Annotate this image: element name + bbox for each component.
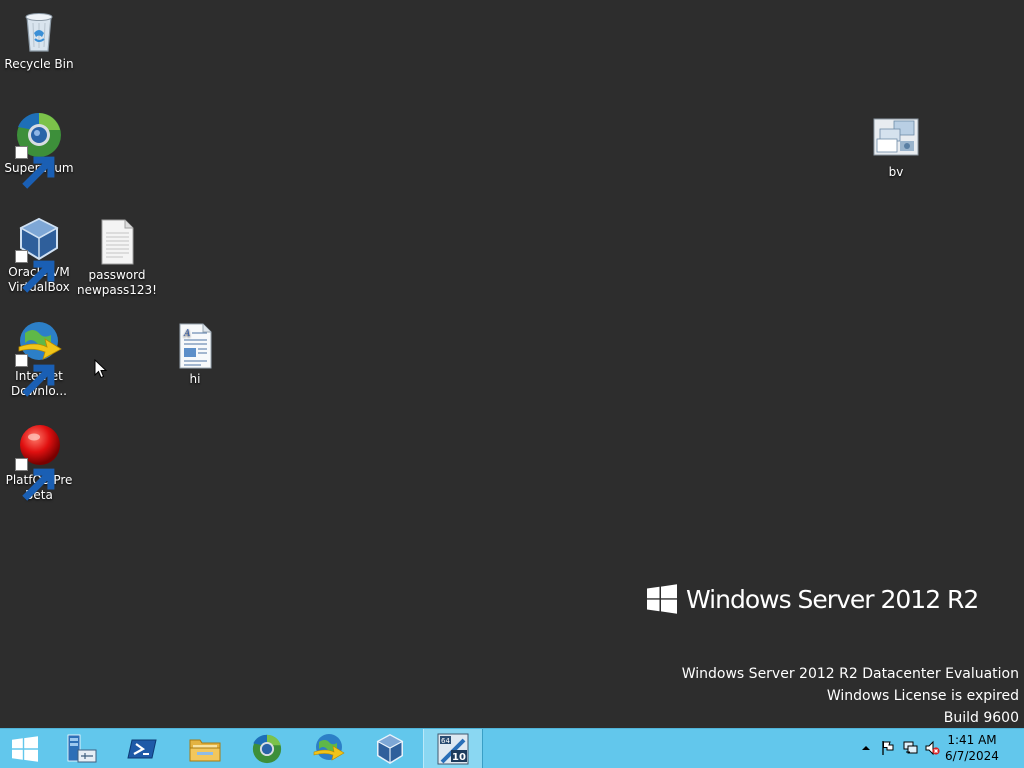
clock[interactable]: 1:41 AM 6/7/2024 <box>942 732 1002 764</box>
windows-start-icon <box>12 735 38 762</box>
speaker-muted-icon[interactable] <box>924 740 940 756</box>
desktop-icon-supermium[interactable]: Supermium <box>0 111 79 189</box>
product-name: Windows Server 2012 R2 <box>686 584 979 614</box>
platfos-red-sphere-icon <box>15 423 63 501</box>
clock-time: 1:41 AM <box>947 733 997 747</box>
taskbar-powershell[interactable] <box>114 729 172 768</box>
file-explorer-icon <box>188 732 222 766</box>
start-button[interactable] <box>0 729 50 768</box>
virtualbox-icon <box>15 215 63 293</box>
build-text: Build 9600 <box>943 710 1019 726</box>
powershell-icon <box>126 732 160 766</box>
taskbar: 64 10 1:41 AM 6/7/2024 <box>0 728 1024 768</box>
server-manager-icon <box>64 732 98 766</box>
svg-text:A: A <box>183 329 191 339</box>
desktop-icon-password-file[interactable]: password newpass123! <box>77 218 157 298</box>
svg-text:64: 64 <box>441 737 450 745</box>
svg-text:10: 10 <box>452 752 466 763</box>
image-file-icon <box>872 115 920 163</box>
taskbar-windows-10-64bit-app[interactable]: 64 10 <box>423 729 483 768</box>
windows-logo-icon <box>647 584 677 614</box>
clock-date: 6/7/2024 <box>945 749 999 763</box>
desktop-icon-label: hi <box>189 372 201 386</box>
taskbar-virtualbox[interactable] <box>362 729 418 768</box>
shortcut-arrow-icon <box>15 146 55 189</box>
taskbar-internet-download-manager[interactable] <box>300 729 358 768</box>
desktop-icon-label: Recycle Bin <box>4 57 74 71</box>
taskbar-supermium[interactable] <box>238 729 296 768</box>
windows-server-branding: Windows Server 2012 R2 <box>647 583 979 615</box>
virtualbox-icon <box>374 733 406 765</box>
desktop-icon-hi[interactable]: A hi <box>155 322 235 387</box>
internet-download-manager-icon <box>15 319 63 397</box>
edition-text: Windows Server 2012 R2 Datacenter Evalua… <box>681 666 1019 682</box>
desktop-icon-internet-download-manager[interactable]: Internet Downlo... <box>0 319 79 399</box>
show-hidden-icons-arrow[interactable] <box>858 740 874 756</box>
desktop-icon-virtualbox[interactable]: Oracle VM VirtualBox <box>0 215 79 295</box>
recycle-bin-icon <box>15 7 63 55</box>
wordpad-document-icon: A <box>171 322 219 370</box>
desktop-icon-recycle-bin[interactable]: Recycle Bin <box>0 7 79 72</box>
internet-download-manager-icon <box>312 732 346 766</box>
taskbar-server-manager[interactable] <box>52 729 110 768</box>
shortcut-arrow-icon <box>15 250 55 293</box>
desktop-icon-label: bv <box>888 165 904 179</box>
text-document-icon <box>93 218 141 266</box>
taskbar-file-explorer[interactable] <box>176 729 234 768</box>
windows-10-64bit-app-icon: 64 10 <box>436 732 470 766</box>
network-icon[interactable] <box>902 740 918 756</box>
supermium-icon <box>15 111 63 189</box>
action-center-flag-icon[interactable] <box>880 740 896 756</box>
license-watermark: Windows Server 2012 R2 Datacenter Evalua… <box>682 663 1019 729</box>
desktop-icon-bv[interactable]: bv <box>856 115 936 180</box>
shortcut-arrow-icon <box>15 354 55 397</box>
license-status-text: Windows License is expired <box>826 688 1019 704</box>
system-tray: 1:41 AM 6/7/2024 <box>834 729 1024 768</box>
desktop-icon-platfos[interactable]: PlatfOS Pre Beta <box>0 423 79 503</box>
mouse-pointer-icon <box>94 358 108 379</box>
supermium-icon <box>251 733 283 765</box>
shortcut-arrow-icon <box>15 458 55 501</box>
desktop-icon-label: password newpass123! <box>77 268 157 297</box>
